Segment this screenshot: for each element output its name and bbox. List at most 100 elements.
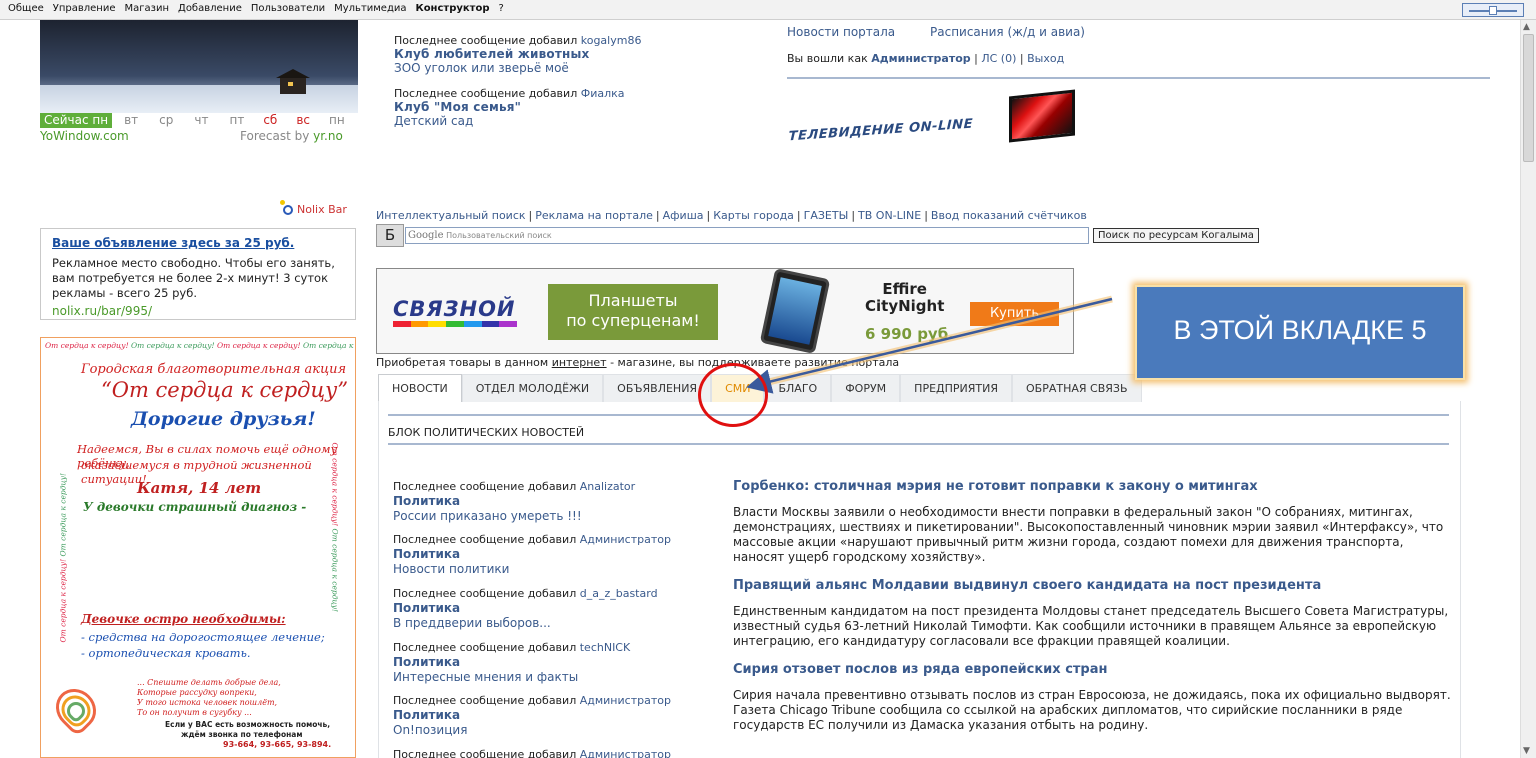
author-link[interactable]: Фиалка <box>581 87 625 100</box>
portal-news-link[interactable]: Новости портала <box>787 25 895 39</box>
poster-frame-text: От сердца к сердцу! От сердца к сердцу! <box>58 472 68 643</box>
forum-topic-link[interactable]: России приказано умереть !!! <box>393 509 713 523</box>
ad-title-link[interactable]: Ваше объявление здесь за 25 руб. <box>52 236 344 250</box>
svyaznoy-banner[interactable]: СВЯЗНОЙ Планшеты по суперценам! Effire Cit… <box>376 268 1074 354</box>
tab-blago[interactable]: БЛАГО <box>764 374 832 402</box>
page-scrollbar[interactable]: ▲ ▼ <box>1520 20 1536 758</box>
admin-menu-help[interactable]: ? <box>498 3 503 14</box>
news-title-link[interactable]: Правящий альянс Молдавии выдвинул своего… <box>733 578 1453 593</box>
user-link[interactable]: Администратор <box>871 52 970 65</box>
scroll-up-icon[interactable]: ▲ <box>1523 22 1530 32</box>
weather-day[interactable]: ср <box>143 113 178 128</box>
nav-link-smart-search[interactable]: Интеллектуальный поиск <box>376 209 526 222</box>
nav-link-advertising[interactable]: Реклама на портале <box>535 209 653 222</box>
internet-link[interactable]: интернет <box>552 356 607 369</box>
tab-feedback[interactable]: ОБРАТНАЯ СВЯЗЬ <box>1012 374 1142 402</box>
weather-day[interactable]: сб <box>249 113 282 128</box>
forum-topic-link[interactable]: Новости политики <box>393 562 713 576</box>
admin-menu-users[interactable]: Пользователи <box>251 3 325 14</box>
news-text: Сирия начала превентивно отзывать послов… <box>733 688 1451 732</box>
forum-title-link[interactable]: Клуб любителей животных <box>394 47 641 61</box>
yrno-link[interactable]: yr.no <box>313 129 343 143</box>
tab-enterprises[interactable]: ПРЕДПРИЯТИЯ <box>900 374 1012 402</box>
forum-title-link[interactable]: Политика <box>393 601 713 615</box>
forum-topic-link[interactable]: Интересные мнения и факты <box>393 670 713 684</box>
schedules-link[interactable]: Расписания (ж/д и авиа) <box>930 25 1085 39</box>
search-input[interactable]: Google Пользовательский поиск <box>405 227 1089 244</box>
tablet-icon <box>759 269 831 353</box>
news-item: Правящий альянс Молдавии выдвинул своего… <box>733 578 1453 649</box>
forum-topic-link[interactable]: ЗОО уголок или зверьё моё <box>394 61 641 75</box>
author-link[interactable]: Администратор <box>580 533 671 546</box>
author-link[interactable]: d_a_z_bastard <box>580 587 658 600</box>
b-button[interactable]: Б <box>376 224 404 247</box>
scroll-down-icon[interactable]: ▼ <box>1523 746 1530 756</box>
forum-title-link[interactable]: Политика <box>393 655 713 669</box>
admin-menu-general[interactable]: Общее <box>8 3 44 14</box>
forum-topic-link[interactable]: В преддверии выборов... <box>393 616 713 630</box>
divider <box>388 443 1449 445</box>
buy-button[interactable]: Купить <box>970 302 1059 326</box>
logout-link[interactable]: Выход <box>1027 52 1064 65</box>
author-link[interactable]: Администратор <box>580 694 671 707</box>
tab-youth[interactable]: ОТДЕЛ МОЛОДЁЖИ <box>461 374 604 402</box>
weather-day[interactable]: вс <box>282 113 315 128</box>
admin-menu-management[interactable]: Управление <box>53 3 116 14</box>
author-link[interactable]: Analizator <box>580 480 635 493</box>
forum-title-link[interactable]: Политика <box>393 547 713 561</box>
weather-day[interactable]: чт <box>178 113 213 128</box>
news-title-link[interactable]: Сирия отзовет послов из ряда европейских… <box>733 662 1453 677</box>
nav-link-newspapers[interactable]: ГАЗЕТЫ <box>804 209 849 222</box>
forum-topic-link[interactable]: On!позиция <box>393 723 713 737</box>
forum-item: Последнее сообщение добавил Администрато… <box>393 694 713 737</box>
tab-forum[interactable]: ФОРУМ <box>831 374 901 402</box>
nav-link-tv[interactable]: ТВ ON-LINE <box>858 209 921 222</box>
forecast-credit: Forecast by yr.no <box>240 129 343 143</box>
nav-link-afisha[interactable]: Афиша <box>663 209 704 222</box>
zoom-slider[interactable] <box>1462 3 1524 17</box>
scrollbar-thumb[interactable] <box>1523 34 1534 162</box>
weather-day[interactable]: пн <box>315 113 350 128</box>
admin-menu-multimedia[interactable]: Мультимедиа <box>334 3 406 14</box>
portal-nav-links: Интеллектуальный поиск | Реклама на портал… <box>376 209 1087 222</box>
search-button[interactable]: Поиск по ресурсам Когалыма <box>1093 228 1259 243</box>
news-item: Горбенко: столичная мэрия не готовит поп… <box>733 479 1453 565</box>
author-link[interactable]: techNICK <box>580 641 630 654</box>
weather-day[interactable]: вт <box>112 113 143 128</box>
admin-menu-add[interactable]: Добавление <box>178 3 242 14</box>
divider <box>787 77 1490 79</box>
forum-title-link[interactable]: Политика <box>393 494 713 508</box>
forum-title-link[interactable]: Политика <box>393 708 713 722</box>
forum-topic-link[interactable]: Детский сад <box>394 114 625 128</box>
weather-day-now[interactable]: Сейчас пн <box>40 113 113 128</box>
author-link[interactable]: Администратор <box>580 748 671 758</box>
weather-widget[interactable] <box>40 20 358 113</box>
news-title-link[interactable]: Горбенко: столичная мэрия не готовит поп… <box>733 479 1453 494</box>
news-text: Власти Москвы заявили о необходимости вн… <box>733 505 1444 564</box>
tab-news[interactable]: НОВОСТИ <box>378 374 462 402</box>
nav-link-maps[interactable]: Карты города <box>713 209 794 222</box>
charity-poster[interactable]: От сердца к сердцу! От сердца к сердцу! … <box>40 337 356 758</box>
ad-url-link[interactable]: nolix.ru/bar/995/ <box>52 304 344 318</box>
private-messages-link[interactable]: ЛС (0) <box>981 52 1016 65</box>
admin-toolbar: Общее Управление Магазин Добавление Поль… <box>0 0 1536 20</box>
tv-online-banner[interactable]: ТЕЛЕВИДЕНИЕ ON-LINE <box>787 89 1077 163</box>
forum-title-link[interactable]: Клуб "Моя семья" <box>394 100 625 114</box>
zoom-slider-handle[interactable] <box>1489 6 1497 15</box>
admin-menu: Общее Управление Магазин Добавление Поль… <box>8 3 504 14</box>
tab-announcements[interactable]: ОБЪЯВЛЕНИЯ <box>603 374 712 402</box>
admin-menu-constructor[interactable]: Конструктор <box>416 3 490 14</box>
nav-link-meters[interactable]: Ввод показаний счётчиков <box>931 209 1087 222</box>
banner-note: Приобретая товары в данном интернет - ма… <box>376 356 900 369</box>
news-text: Единственным кандидатом на пост президен… <box>733 604 1449 648</box>
weather-day[interactable]: пт <box>213 113 249 128</box>
nolix-bar[interactable]: Nolix Bar <box>280 199 347 216</box>
news-item: Сирия отзовет послов из ряда европейских… <box>733 662 1453 733</box>
banner-price: 6 990 руб. <box>865 325 954 343</box>
ad-text: Рекламное место свободно. Чтобы его заня… <box>52 256 335 300</box>
top-message-2: Последнее сообщение добавил Фиалка Клуб … <box>394 87 625 128</box>
banner-model: Effire CityNight <box>865 280 945 315</box>
author-link[interactable]: kogalym86 <box>581 34 642 47</box>
admin-menu-shop[interactable]: Магазин <box>125 3 170 14</box>
yowindow-link[interactable]: YoWindow.com <box>40 129 129 143</box>
